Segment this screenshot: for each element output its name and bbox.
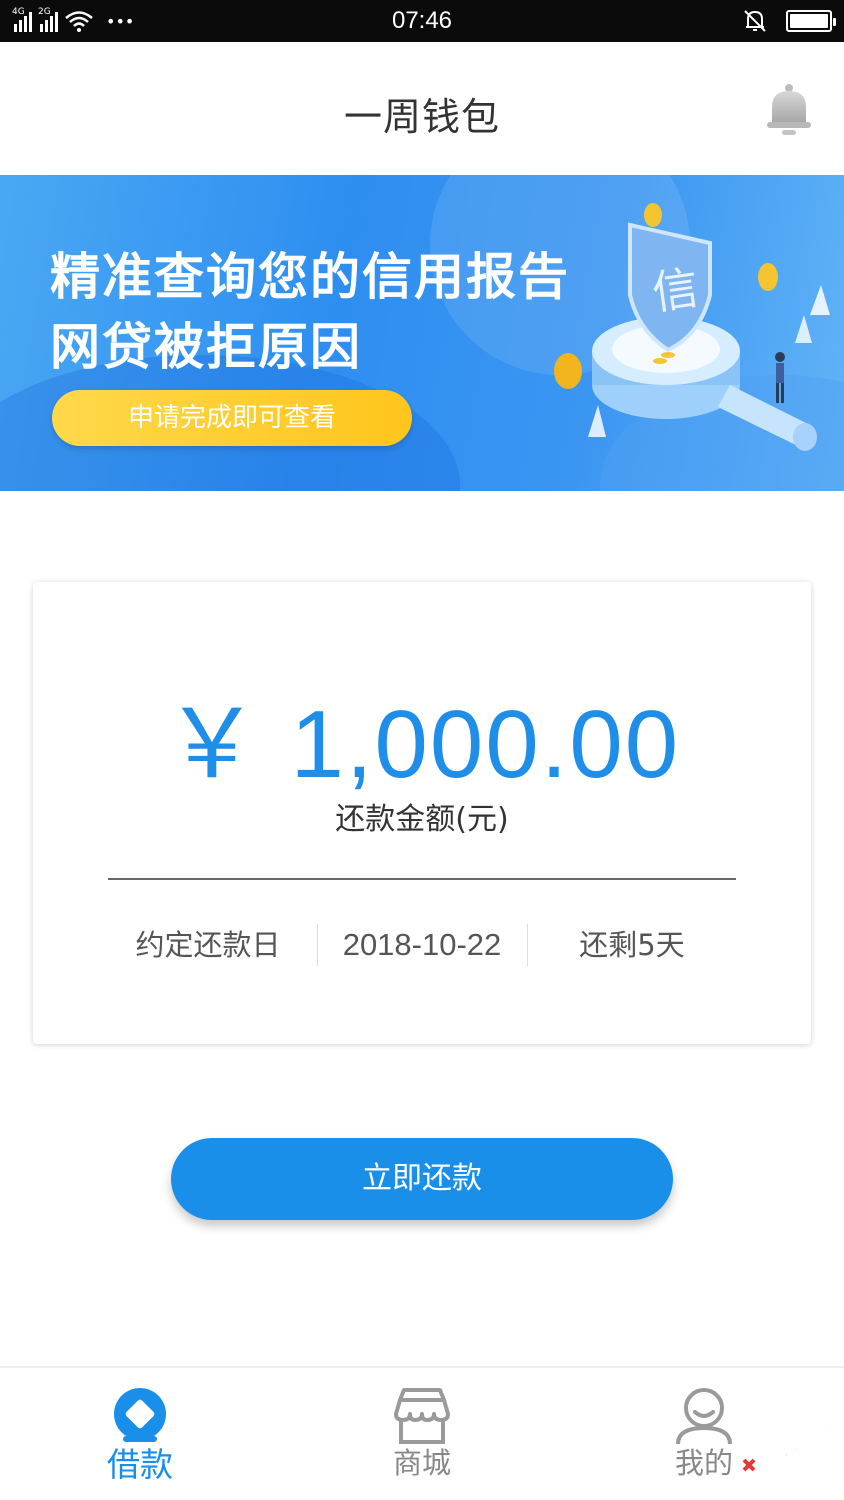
profile-icon [676,1388,732,1445]
promo-banner[interactable]: 精准查询您的信用报告 网贷被拒原因 申请完成即可查看 信 [0,175,844,491]
svg-text:卡农社区: 卡农社区 [755,1414,838,1470]
card-divider [108,878,736,880]
bell-icon[interactable] [764,82,814,138]
status-bar: 4G 2G ••• 07:46 [0,0,844,42]
status-right [742,8,836,34]
nav-item-shop[interactable]: 商城 [322,1368,522,1500]
page-title: 一周钱包 [343,95,500,139]
banner-subheadline: 网贷被拒原因 [50,318,362,376]
repay-now-button[interactable]: 立即还款 [171,1138,673,1220]
bottom-nav: 借款 商城 我的 [0,1366,844,1500]
repayment-amount-label: 还款金额(元) [335,802,509,837]
repayment-card: ￥ 1,000.00 还款金额(元) 约定还款日 2018-10-22 还剩5天 [33,582,811,1044]
loan-icon [114,1388,166,1442]
app-header: 一周钱包 [0,42,844,162]
status-time: 07:46 [391,7,453,34]
credit-report-illustration: 信 [554,203,830,451]
due-date-label: 约定还款日 [135,928,281,962]
shield-character: 信 [649,260,702,320]
repayment-amount: ￥ 1,000.00 [163,691,681,798]
battery-icon [786,10,836,32]
due-info-row: 约定还款日 2018-10-22 还剩5天 [33,922,811,968]
nav-label-loan: 借款 [107,1445,173,1484]
shop-icon [394,1388,450,1444]
nav-label-shop: 商城 [392,1446,451,1480]
banner-cta-button[interactable]: 申请完成即可查看 [52,390,412,446]
watermark-logo: 卡农社区 [742,1414,838,1472]
days-remaining: 还剩5天 [579,928,685,962]
due-date-value: 2018-10-22 [342,927,502,962]
nav-item-loan[interactable]: 借款 [40,1368,240,1500]
banner-headline: 精准查询您的信用报告 [50,248,570,306]
notification-muted-icon [744,10,766,32]
